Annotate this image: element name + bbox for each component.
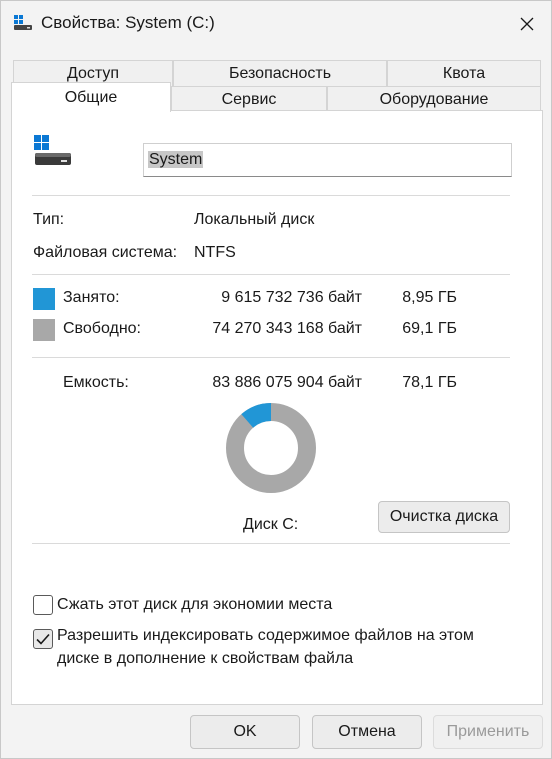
free-size: 69,1 ГБ [402,320,457,337]
disk-usage-donut [226,403,316,493]
capacity-label: Емкость: [63,374,129,391]
filesystem-value: NTFS [194,244,236,261]
drive-name-text: System [148,151,204,168]
used-space-arc [241,403,272,429]
type-value: Локальный диск [194,211,315,228]
compress-checkbox[interactable] [33,595,53,615]
capacity-bytes: 83 886 075 904 байт [212,374,362,391]
used-bytes: 9 615 732 736 байт [221,289,362,306]
apply-label: Применить [446,723,530,740]
apply-button[interactable]: Применить [433,715,543,749]
tab-label: Общие [64,89,118,106]
drive-name-input[interactable]: System [143,143,512,177]
used-space-swatch [33,288,55,310]
tab-quota[interactable]: Квота [387,60,541,86]
index-label-line1[interactable]: Разрешить индексировать содержимое файло… [57,627,474,645]
cancel-label: Отмена [338,723,396,740]
drive-windows-icon [14,15,32,30]
cancel-button[interactable]: Отмена [312,715,422,749]
tab-hardware[interactable]: Оборудование [327,86,541,112]
tab-label: Квота [442,65,486,82]
capacity-size: 78,1 ГБ [402,374,457,391]
free-space-ring [226,403,316,493]
compress-label[interactable]: Сжать этот диск для экономии места [57,596,332,614]
general-panel: System Тип: Локальный диск Файловая сист… [11,110,543,705]
tab-label: Безопасность [228,65,332,82]
disk-cleanup-label: Очистка диска [389,508,499,525]
used-label: Занято: [63,289,120,306]
title-bar: Свойства: System (C:) [1,1,551,47]
type-label: Тип: [33,211,65,228]
free-label: Свободно: [63,320,141,337]
free-space-swatch [33,319,55,341]
index-checkbox[interactable] [33,629,53,649]
close-icon [520,17,534,31]
used-size: 8,95 ГБ [402,289,457,306]
drive-windows-icon [34,135,71,165]
tab-security[interactable]: Безопасность [173,60,387,86]
divider [32,543,510,544]
close-button[interactable] [503,1,551,47]
tab-label: Доступ [66,65,120,82]
index-label-line2[interactable]: диске в дополнение к свойствам файла [57,650,353,668]
divider [32,274,510,275]
divider [32,195,510,196]
ok-label: OK [233,723,257,740]
disk-label: Диск C: [243,516,299,533]
window-title: Свойства: System (C:) [41,13,215,32]
tab-label: Сервис [221,91,277,108]
tab-tools[interactable]: Сервис [171,86,327,112]
free-bytes: 74 270 343 168 байт [212,320,362,337]
ok-button[interactable]: OK [190,715,300,749]
disk-cleanup-button[interactable]: Очистка диска [378,501,510,533]
tab-label: Оборудование [379,91,489,108]
checkmark-icon [36,633,50,645]
filesystem-label: Файловая система: [33,244,178,261]
divider [32,357,510,358]
tab-general[interactable]: Общие [11,82,171,112]
properties-dialog: Свойства: System (C:) Доступ Безопасност… [0,0,552,759]
